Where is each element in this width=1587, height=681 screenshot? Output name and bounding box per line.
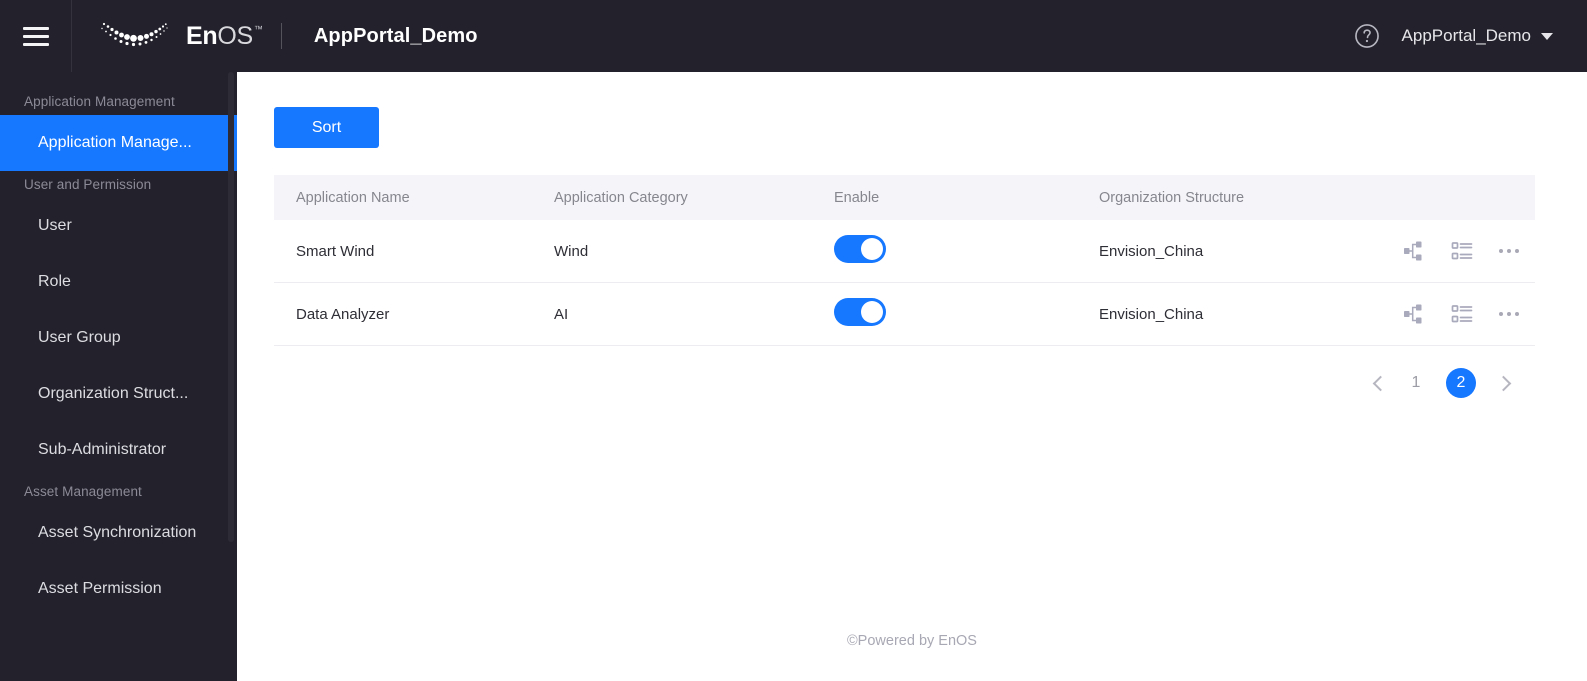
- app-title: AppPortal_Demo: [313, 24, 478, 47]
- cell-enable: [834, 235, 1099, 267]
- cell-application-category: Wind: [554, 242, 589, 260]
- table-header-row: Application Name Application Category En…: [274, 175, 1535, 220]
- sidebar-item-label: User Group: [38, 329, 121, 346]
- question-mark-circle-icon[interactable]: [1354, 23, 1380, 49]
- header-actions: AppPortal_Demo: [1354, 23, 1587, 49]
- sidebar-item-label: Asset Permission: [38, 580, 162, 597]
- user-menu-button[interactable]: AppPortal_Demo: [1402, 26, 1553, 46]
- sidebar: Application Management Application Manag…: [0, 72, 237, 681]
- sidebar-item-label: Role: [38, 273, 71, 290]
- app-header: En OS ™ AppPortal_Demo AppPortal_Demo: [0, 0, 1587, 72]
- footer-text: ©Powered by EnOS: [847, 633, 977, 649]
- sidebar-item-label: Asset Synchronization: [38, 524, 197, 541]
- body-row: Application Management Application Manag…: [0, 72, 1587, 681]
- list-detail-icon[interactable]: [1451, 303, 1473, 325]
- sidebar-item-application-management[interactable]: Application Manage...: [0, 115, 237, 171]
- sidebar-item-sub-administrator[interactable]: Sub-Administrator: [0, 422, 237, 478]
- enable-toggle[interactable]: [834, 235, 886, 263]
- hamburger-menu-icon: [22, 26, 49, 46]
- more-options-icon[interactable]: [1499, 249, 1519, 253]
- sidebar-section-application-management: Application Management: [24, 94, 175, 109]
- enos-logo-icon: [101, 22, 168, 47]
- column-header-enable: Enable: [834, 189, 880, 206]
- sidebar-item-label: Sub-Administrator: [38, 441, 167, 458]
- logo-trademark: ™: [253, 23, 263, 34]
- sidebar-item-user-group[interactable]: User Group: [0, 310, 237, 366]
- sidebar-item-label: Organization Struct...: [38, 385, 189, 402]
- table-row: Data Analyzer AI Envision_China: [274, 283, 1535, 346]
- chevron-left-icon[interactable]: [1372, 375, 1389, 391]
- sidebar-item-organization-structure[interactable]: Organization Struct...: [0, 366, 237, 422]
- cell-application-name: Data Analyzer: [296, 305, 390, 323]
- cell-application-category: AI: [554, 305, 569, 323]
- cell-actions: [1375, 240, 1535, 262]
- cell-application-name: Smart Wind: [296, 242, 375, 260]
- more-options-icon[interactable]: [1499, 312, 1519, 316]
- pagination-page-2[interactable]: 2: [1446, 368, 1476, 398]
- pagination: 1 2: [274, 368, 1535, 398]
- org-structure-icon[interactable]: [1403, 303, 1425, 325]
- cell-organization: Envision_China: [1099, 305, 1204, 323]
- toggle-knob: [861, 301, 883, 323]
- cell-enable: [834, 298, 1099, 330]
- sidebar-item-role[interactable]: Role: [0, 254, 237, 310]
- org-structure-icon[interactable]: [1403, 240, 1425, 262]
- logo-en: En: [186, 21, 218, 50]
- sidebar-section-user-and-permission: User and Permission: [24, 177, 152, 192]
- sidebar-item-label: Application Manage...: [38, 134, 192, 151]
- hamburger-menu-button[interactable]: [0, 0, 72, 72]
- sidebar-item-label: User: [38, 217, 72, 234]
- enable-toggle[interactable]: [834, 298, 886, 326]
- applications-table: Application Name Application Category En…: [274, 175, 1535, 346]
- logo-os: OS: [217, 21, 253, 50]
- main-content: Sort Application Name Application Catego…: [237, 72, 1587, 681]
- column-header-organization-structure: Organization Structure: [1099, 189, 1245, 206]
- column-header-application-category: Application Category: [554, 189, 688, 206]
- column-header-application-name: Application Name: [296, 189, 410, 206]
- brand-divider: [280, 23, 282, 49]
- pagination-page-1[interactable]: 1: [1408, 374, 1424, 392]
- sidebar-item-asset-synchronization[interactable]: Asset Synchronization: [0, 505, 237, 561]
- sidebar-section-asset-management: Asset Management: [24, 484, 142, 499]
- chevron-right-icon[interactable]: [1495, 375, 1512, 391]
- list-detail-icon[interactable]: [1451, 240, 1473, 262]
- app-root: En OS ™ AppPortal_Demo AppPortal_Demo Ap…: [0, 0, 1587, 681]
- user-menu-label: AppPortal_Demo: [1401, 26, 1531, 45]
- chevron-down-icon: [1541, 32, 1553, 40]
- sidebar-scrollbar[interactable]: [228, 72, 234, 542]
- enos-logotype: En OS ™: [186, 22, 263, 51]
- cell-organization: Envision_China: [1099, 242, 1204, 260]
- cell-actions: [1375, 303, 1535, 325]
- brand: En OS ™ AppPortal_Demo: [72, 19, 478, 53]
- sidebar-item-asset-permission[interactable]: Asset Permission: [0, 561, 237, 617]
- table-row: Smart Wind Wind Envision_China: [274, 220, 1535, 283]
- sort-button[interactable]: Sort: [274, 107, 379, 148]
- sidebar-item-user[interactable]: User: [0, 198, 237, 254]
- toggle-knob: [861, 238, 883, 260]
